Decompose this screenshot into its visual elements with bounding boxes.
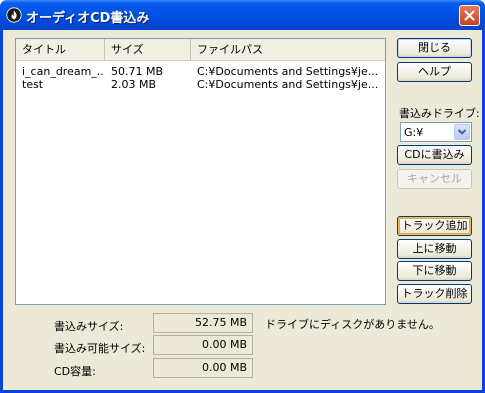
track-title: i_can_dream_... xyxy=(22,65,104,78)
drive-select-value: G:¥ xyxy=(404,126,424,139)
writable-size-value: 0.00 MB xyxy=(153,335,253,355)
close-button[interactable]: 閉じる xyxy=(397,38,472,58)
close-x-icon xyxy=(464,10,475,21)
column-header-size[interactable]: サイズ xyxy=(105,39,191,60)
track-title: test xyxy=(22,78,44,91)
column-header-path[interactable]: ファイルパス xyxy=(191,39,385,60)
window-close-button[interactable] xyxy=(459,5,480,26)
drive-select[interactable]: G:¥ xyxy=(400,122,472,142)
write-size-value: 52.75 MB xyxy=(153,313,253,333)
delete-track-button[interactable]: トラック削除 xyxy=(397,284,472,304)
chevron-down-icon[interactable] xyxy=(454,124,470,140)
move-down-button[interactable]: 下に移動 xyxy=(397,261,472,281)
app-flame-icon xyxy=(6,7,22,23)
status-message: ドライブにディスクがありません。 xyxy=(265,318,440,331)
track-list[interactable]: タイトル サイズ ファイルパス i_can_dream_... 50.71 MB… xyxy=(15,38,386,305)
track-path: C:¥Documents and Settings¥je... xyxy=(197,65,379,78)
track-list-header: タイトル サイズ ファイルパス xyxy=(16,39,385,61)
write-size-label: 書込みサイズ: xyxy=(54,320,124,333)
window-title: オーディオCD書込み xyxy=(26,11,150,26)
move-up-button[interactable]: 上に移動 xyxy=(397,239,472,259)
track-size: 2.03 MB xyxy=(111,78,157,91)
writable-size-label: 書込み可能サイズ: xyxy=(54,342,146,355)
title-bar[interactable]: オーディオCD書込み xyxy=(0,0,485,30)
drive-label: 書込みドライブ: xyxy=(399,107,480,120)
burn-cd-button[interactable]: CDに書込み xyxy=(397,145,472,165)
help-button[interactable]: ヘルプ xyxy=(397,62,472,82)
table-row[interactable]: test 2.03 MB C:¥Documents and Settings¥j… xyxy=(16,78,385,91)
track-size: 50.71 MB xyxy=(111,65,164,78)
cd-capacity-value: 0.00 MB xyxy=(153,358,253,378)
burn-audio-cd-dialog: オーディオCD書込み タイトル サイズ ファイルパス i_can_dream_.… xyxy=(0,0,485,393)
track-path: C:¥Documents and Settings¥je... xyxy=(197,78,379,91)
cd-capacity-label: CD容量: xyxy=(54,365,96,378)
add-track-button[interactable]: トラック追加 xyxy=(397,216,472,236)
table-row[interactable]: i_can_dream_... 50.71 MB C:¥Documents an… xyxy=(16,65,385,78)
cancel-button[interactable]: キャンセル xyxy=(397,169,472,189)
column-header-title[interactable]: タイトル xyxy=(16,39,105,60)
